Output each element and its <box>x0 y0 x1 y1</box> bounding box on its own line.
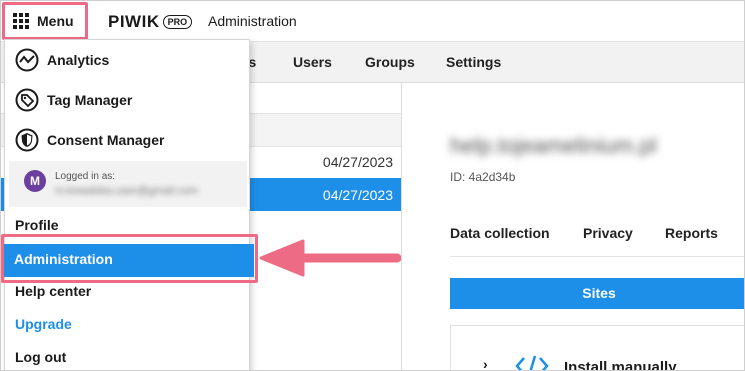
app-window: Menu PIWIK PRO Administration ps Users G… <box>0 0 745 371</box>
menu-item-label: Tag Manager <box>47 92 133 108</box>
nav-item-settings[interactable]: Settings <box>446 54 501 70</box>
menu-item-tag-manager[interactable]: Tag Manager <box>5 80 249 120</box>
pointer-arrow-icon <box>259 237 402 284</box>
menu-button-label: Menu <box>37 13 74 29</box>
code-icon <box>515 354 549 370</box>
main-menu-dropdown: Analytics Tag Manager Consent Manager M … <box>4 39 250 370</box>
chevron-right-icon: › <box>483 356 488 371</box>
logged-in-user: M Logged in as: m.kowalska.user@gmail.co… <box>9 161 247 207</box>
menu-link-help-center[interactable]: Help center <box>15 283 91 299</box>
menu-link-profile[interactable]: Profile <box>15 217 59 233</box>
menu-item-label: Consent Manager <box>47 132 165 148</box>
site-name: help.tojeamelinium.pl <box>450 133 657 158</box>
install-manually-label: Install manually <box>564 359 677 371</box>
top-bar: Menu PIWIK PRO Administration <box>1 1 744 42</box>
install-manually-card[interactable]: › Install manually <box>450 325 744 371</box>
logo-text: PIWIK <box>108 12 160 31</box>
logged-in-label: Logged in as: <box>55 171 116 182</box>
avatar: M <box>24 170 46 192</box>
tab-reports[interactable]: Reports <box>665 225 718 241</box>
analytics-icon <box>15 48 39 72</box>
sites-button[interactable]: Sites <box>450 278 744 309</box>
shield-icon <box>15 128 39 152</box>
menu-item-label: Analytics <box>47 52 110 68</box>
menu-button[interactable]: Menu <box>5 5 85 37</box>
administration-highlight <box>1 234 258 283</box>
menu-link-log-out[interactable]: Log out <box>15 349 66 365</box>
menu-item-analytics[interactable]: Analytics <box>5 40 249 80</box>
tab-data-collection[interactable]: Data collection <box>450 225 550 241</box>
piwik-pro-logo[interactable]: PIWIK PRO <box>108 12 193 32</box>
site-id: ID: 4a2d34b <box>450 170 516 184</box>
menu-link-upgrade[interactable]: Upgrade <box>15 316 72 332</box>
tab-privacy[interactable]: Privacy <box>583 225 633 241</box>
apps-grid-icon <box>13 13 29 29</box>
nav-item-users[interactable]: Users <box>293 54 332 70</box>
tabs-divider <box>450 256 744 257</box>
list-item-date: 04/27/2023 <box>322 154 393 170</box>
app-title: Administration <box>208 13 297 29</box>
logged-in-email: m.kowalska.user@gmail.com <box>55 185 199 197</box>
tag-icon <box>15 88 39 112</box>
menu-item-consent-manager[interactable]: Consent Manager <box>5 120 249 160</box>
logo-pro-badge: PRO <box>162 15 193 29</box>
list-item-date: 04/27/2023 <box>322 187 393 203</box>
nav-item-groups[interactable]: Groups <box>365 54 415 70</box>
site-detail-panel: help.tojeamelinium.pl ID: 4a2d34b Data c… <box>402 83 744 371</box>
